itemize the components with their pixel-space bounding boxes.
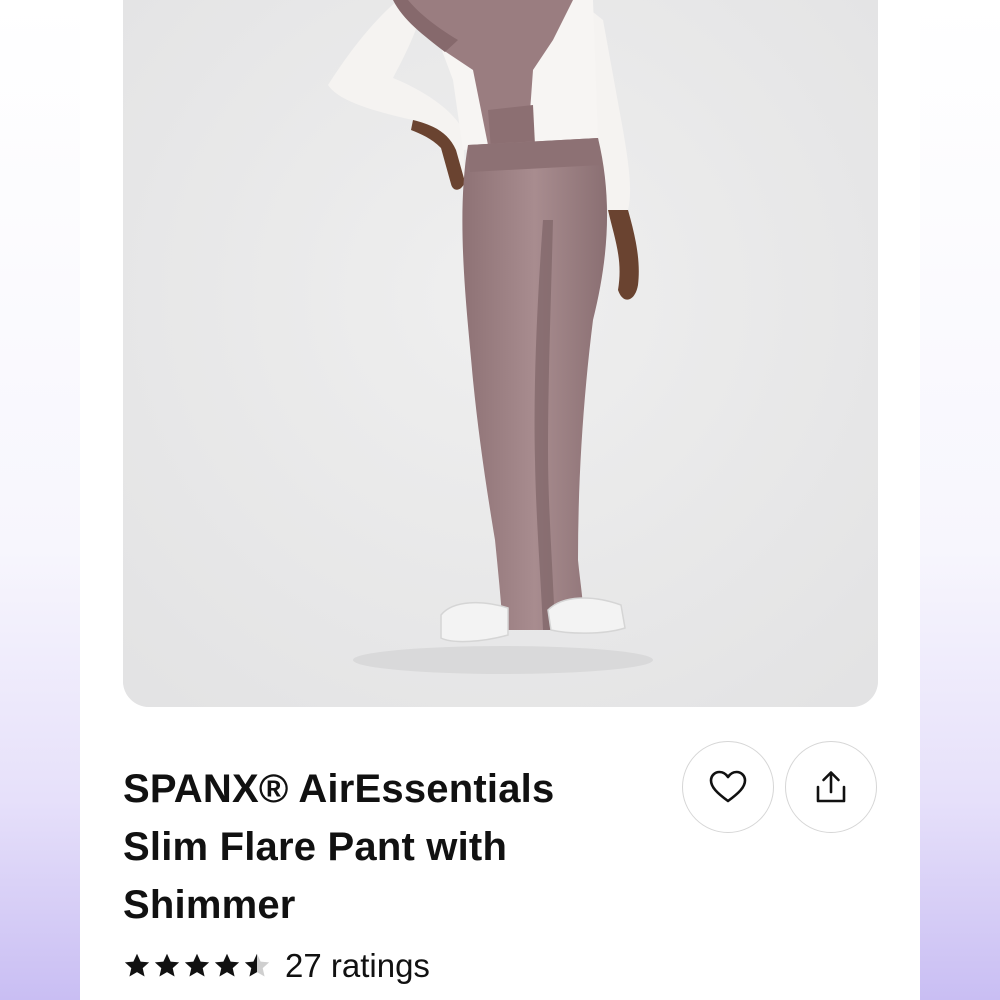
star-half-icon — [244, 953, 270, 977]
left-backdrop — [0, 0, 80, 1000]
product-image[interactable] — [123, 0, 878, 707]
product-title: SPANX® AirEssentials Slim Flare Pant wit… — [123, 760, 643, 934]
favorite-button[interactable] — [682, 741, 774, 833]
share-icon — [816, 771, 846, 803]
right-backdrop — [920, 0, 1000, 1000]
star-full-icon — [184, 953, 210, 977]
star-rating — [123, 952, 271, 980]
heart-icon — [709, 770, 747, 803]
product-photo — [123, 0, 878, 707]
product-title-line: SPANX® AirEssentials — [123, 767, 555, 811]
ratings-count-link[interactable]: 27 ratings — [285, 947, 430, 985]
star-full-icon — [214, 953, 240, 977]
star-full-icon — [124, 953, 150, 977]
product-title-line: Slim Flare Pant with — [123, 825, 508, 869]
star-full-icon — [154, 953, 180, 977]
product-page: SPANX® AirEssentials Slim Flare Pant wit… — [80, 0, 920, 1000]
share-button[interactable] — [785, 741, 877, 833]
product-title-line: Shimmer — [123, 883, 296, 927]
rating-row: 27 ratings — [123, 944, 430, 988]
